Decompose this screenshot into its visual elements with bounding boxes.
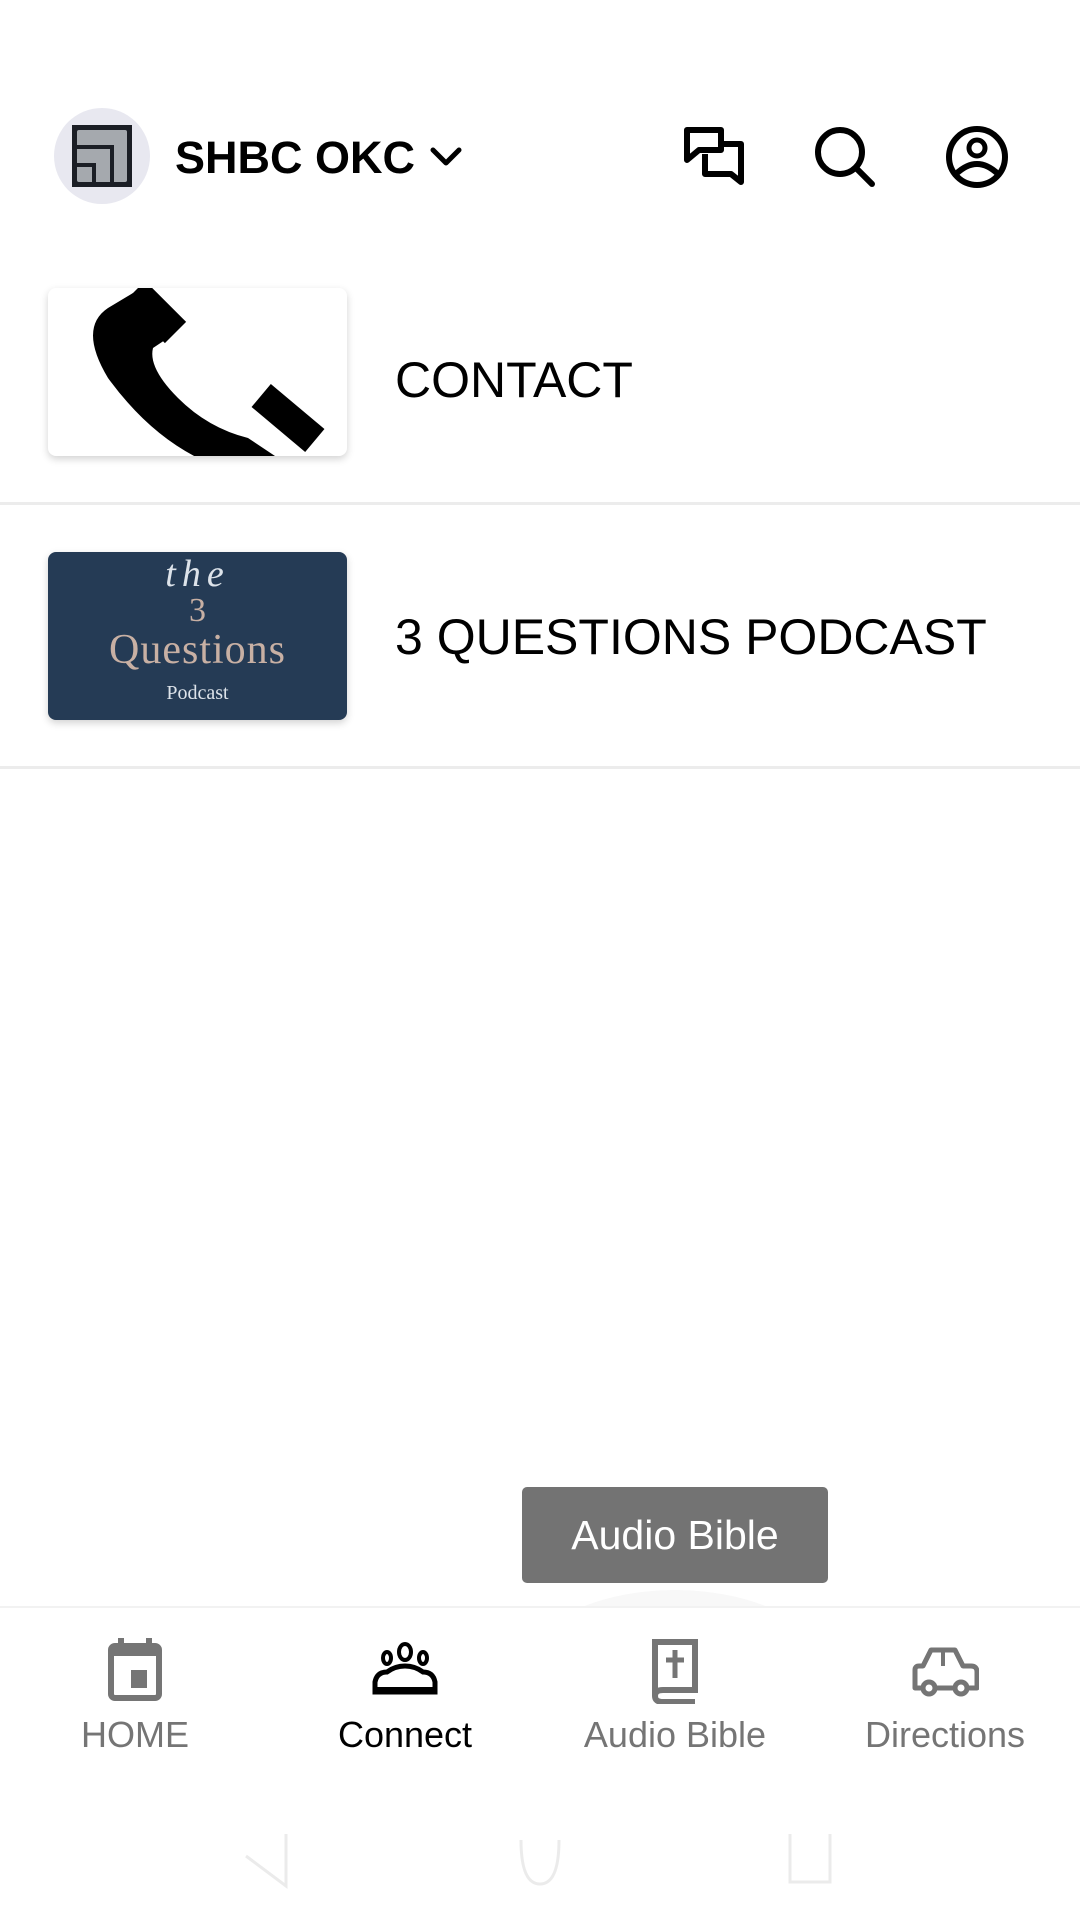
chevron-down-icon[interactable] (428, 142, 464, 172)
nav-item-home[interactable]: HOME (0, 1608, 270, 1778)
cover-text-3: 3 (189, 592, 206, 629)
contact-thumbnail (48, 288, 347, 456)
nav-item-connect[interactable]: Connect (270, 1608, 540, 1778)
phone-icon (93, 288, 325, 456)
cover-text-the: the (165, 553, 230, 595)
nav-label-connect: Connect (337, 1714, 473, 1755)
list-item-podcast[interactable]: the 3 Questions Podcast 3 QUESTIONS PODC… (0, 505, 1080, 769)
bottom-nav: HOME Connect Audio Bible Directions (0, 1606, 1080, 1778)
app-header: SHBC OKC (0, 0, 1080, 260)
nav-label-home: HOME (81, 1714, 189, 1755)
nav-label-directions: Directions (864, 1714, 1026, 1755)
org-name[interactable]: SHBC OKC (175, 128, 415, 188)
bible-icon (652, 1639, 698, 1704)
podcast-label: 3 QUESTIONS PODCAST (395, 609, 987, 665)
calendar-icon (108, 1638, 162, 1701)
system-nav-bar (0, 1790, 1080, 1920)
account-icon[interactable] (944, 124, 1010, 190)
car-icon (912, 1647, 979, 1697)
org-logo-icon (72, 125, 132, 187)
recents-icon[interactable] (785, 1830, 835, 1890)
list-item-contact[interactable]: CONTACT (0, 260, 1080, 505)
nav-label-audio-bible: Audio Bible (583, 1714, 767, 1755)
people-group-icon (372, 1642, 438, 1695)
back-icon[interactable] (240, 1830, 290, 1890)
nav-item-audio-bible[interactable]: Audio Bible (540, 1608, 810, 1778)
search-icon[interactable] (812, 124, 878, 190)
nav-item-directions[interactable]: Directions (810, 1608, 1080, 1778)
home-system-icon[interactable] (515, 1830, 565, 1890)
cover-text-questions: Questions (109, 627, 286, 673)
org-avatar[interactable] (54, 108, 150, 204)
podcast-cover: the 3 Questions Podcast (48, 552, 347, 720)
chat-icon[interactable] (681, 124, 747, 190)
contact-label: CONTACT (395, 352, 633, 408)
cover-text-podcast: Podcast (166, 682, 229, 704)
tooltip: Audio Bible (522, 1487, 828, 1583)
